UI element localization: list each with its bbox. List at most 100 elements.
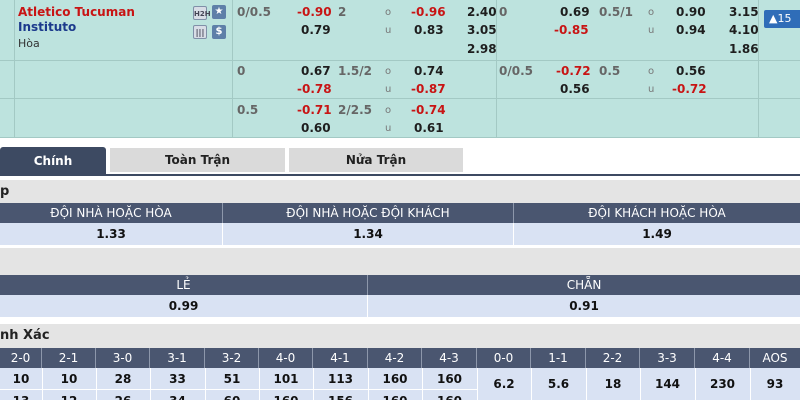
score-odds[interactable]: 93 bbox=[750, 374, 800, 394]
score-header: 4-4 bbox=[695, 348, 750, 368]
odd-even-header: LẺ CHẴN bbox=[0, 275, 800, 295]
under-marker: u bbox=[648, 25, 655, 36]
correct-score-values: 1013101228263334516010116011315616016016… bbox=[0, 368, 800, 400]
grid-line bbox=[205, 368, 206, 400]
grid-line bbox=[0, 60, 800, 61]
odds-value[interactable]: 1.34 bbox=[223, 223, 514, 245]
score-odds[interactable]: 160 bbox=[368, 369, 422, 389]
score-header: 3-3 bbox=[640, 348, 695, 368]
score-odds-away[interactable]: 160 bbox=[259, 391, 313, 400]
score-odds[interactable]: 5.6 bbox=[531, 374, 586, 394]
1x2-home-odds[interactable]: 2.40 bbox=[467, 5, 497, 19]
over-odds[interactable]: -0.96 bbox=[411, 5, 446, 19]
handicap-home-odds[interactable]: -0.90 bbox=[297, 5, 332, 19]
1x2-away-odds-half[interactable]: 4.10 bbox=[729, 23, 759, 37]
away-team-name[interactable]: Instituto bbox=[18, 20, 76, 34]
score-odds[interactable]: 10 bbox=[42, 369, 96, 389]
compare-icon[interactable]: H2H bbox=[193, 6, 211, 20]
odds-value[interactable]: 1.49 bbox=[514, 223, 800, 245]
1x2-draw-odds[interactable]: 2.98 bbox=[467, 42, 497, 56]
handicap-away-odds[interactable]: 0.60 bbox=[301, 121, 331, 135]
under-odds[interactable]: -0.87 bbox=[411, 82, 446, 96]
grid-line bbox=[42, 368, 43, 400]
tab-full-match[interactable]: Toàn Trận bbox=[110, 148, 285, 172]
handicap-line-half: 0/0.5 bbox=[499, 64, 533, 78]
handicap-away-odds-half[interactable]: -0.85 bbox=[554, 23, 589, 37]
ou-line: 1.5/2 bbox=[338, 64, 372, 78]
star-icon[interactable]: ★ bbox=[212, 5, 226, 19]
score-odds-away[interactable]: 156 bbox=[313, 391, 368, 400]
handicap-home-odds[interactable]: 0.67 bbox=[301, 64, 331, 78]
column-header: ĐỘI NHÀ HOẶC HÒA bbox=[0, 203, 223, 223]
1x2-draw-odds-half[interactable]: 1.86 bbox=[729, 42, 759, 56]
grid-line bbox=[586, 368, 587, 400]
score-odds-away[interactable]: 34 bbox=[150, 391, 205, 400]
grid-line bbox=[496, 0, 497, 138]
1x2-home-odds-half[interactable]: 3.15 bbox=[729, 5, 759, 19]
handicap-line: 0 bbox=[237, 64, 246, 78]
score-odds[interactable]: 101 bbox=[259, 369, 313, 389]
handicap-home-odds[interactable]: -0.71 bbox=[297, 103, 332, 117]
over-odds-half[interactable]: 0.90 bbox=[676, 5, 706, 19]
odds-value[interactable]: 0.99 bbox=[0, 295, 368, 317]
score-header: 4-1 bbox=[313, 348, 368, 368]
score-odds-away[interactable]: 160 bbox=[368, 391, 422, 400]
score-odds[interactable]: 33 bbox=[150, 369, 205, 389]
grid-line bbox=[150, 368, 151, 400]
grid-line bbox=[477, 368, 478, 400]
score-odds-away[interactable]: 60 bbox=[205, 391, 259, 400]
column-header: LẺ bbox=[0, 275, 368, 295]
ou-line-half: 0.5 bbox=[599, 64, 621, 78]
odds-value[interactable]: 0.91 bbox=[368, 295, 800, 317]
grid-line bbox=[0, 389, 477, 390]
under-odds[interactable]: 0.61 bbox=[414, 121, 444, 135]
under-odds-half[interactable]: -0.72 bbox=[672, 82, 707, 96]
ou-line: 2/2.5 bbox=[338, 103, 372, 117]
over-odds[interactable]: -0.74 bbox=[411, 103, 446, 117]
under-marker: u bbox=[385, 84, 392, 95]
odds-value[interactable]: 1.33 bbox=[0, 223, 223, 245]
handicap-away-odds[interactable]: 0.79 bbox=[301, 23, 331, 37]
over-marker: o bbox=[385, 66, 392, 77]
score-header: 4-2 bbox=[368, 348, 422, 368]
over-marker: o bbox=[385, 105, 392, 116]
handicap-home-odds-half[interactable]: 0.69 bbox=[560, 5, 590, 19]
under-odds-half[interactable]: 0.94 bbox=[676, 23, 706, 37]
score-odds[interactable]: 18 bbox=[586, 374, 640, 394]
double-chance-values: 1.33 1.34 1.49 bbox=[0, 223, 800, 245]
score-odds[interactable]: 51 bbox=[205, 369, 259, 389]
grid-line bbox=[96, 368, 97, 400]
score-odds-away[interactable]: 26 bbox=[96, 391, 150, 400]
home-team-name[interactable]: Atletico Tucuman bbox=[18, 5, 135, 19]
score-odds[interactable]: 10 bbox=[0, 369, 42, 389]
1x2-away-odds[interactable]: 3.05 bbox=[467, 23, 497, 37]
money-icon[interactable]: $ bbox=[212, 25, 226, 39]
stats-icon[interactable]: ||| bbox=[193, 25, 207, 39]
handicap-away-odds-half[interactable]: 0.56 bbox=[560, 82, 590, 96]
score-header: 2-1 bbox=[42, 348, 96, 368]
over-odds[interactable]: 0.74 bbox=[414, 64, 444, 78]
grid-line bbox=[640, 368, 641, 400]
over-odds-half[interactable]: 0.56 bbox=[676, 64, 706, 78]
score-odds[interactable]: 230 bbox=[695, 374, 750, 394]
score-odds-away[interactable]: 13 bbox=[0, 391, 42, 400]
score-header: 3-1 bbox=[150, 348, 205, 368]
more-markets-button[interactable]: ▲15 bbox=[764, 10, 800, 28]
ou-line-half: 0.5/1 bbox=[599, 5, 633, 19]
score-odds[interactable]: 6.2 bbox=[477, 374, 531, 394]
tab-half-match[interactable]: Nửa Trận bbox=[289, 148, 463, 172]
handicap-line: 0.5 bbox=[237, 103, 259, 117]
handicap-home-odds-half[interactable]: -0.72 bbox=[556, 64, 591, 78]
score-odds[interactable]: 113 bbox=[313, 369, 368, 389]
under-odds[interactable]: 0.83 bbox=[414, 23, 444, 37]
score-odds[interactable]: 144 bbox=[640, 374, 695, 394]
handicap-away-odds[interactable]: -0.78 bbox=[297, 82, 332, 96]
grid-line bbox=[0, 98, 800, 99]
score-header: 1-1 bbox=[531, 348, 586, 368]
score-odds[interactable]: 160 bbox=[422, 369, 477, 389]
score-odds-away[interactable]: 160 bbox=[422, 391, 477, 400]
score-odds-away[interactable]: 12 bbox=[42, 391, 96, 400]
column-header: ĐỘI KHÁCH HOẶC HÒA bbox=[588, 206, 726, 220]
score-odds[interactable]: 28 bbox=[96, 369, 150, 389]
tab-main[interactable]: Chính bbox=[0, 147, 106, 175]
